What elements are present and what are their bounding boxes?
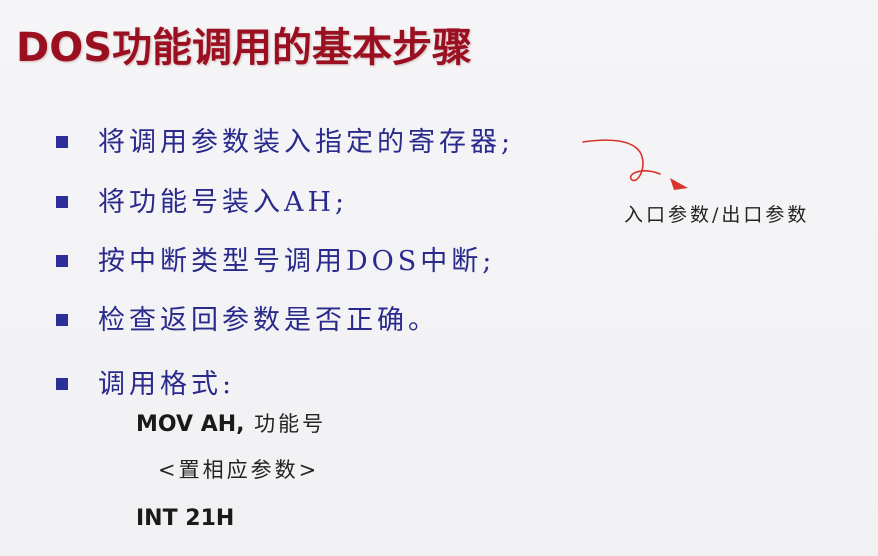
bullet-item: 调用格式: (56, 364, 235, 404)
bullet-item: 检查返回参数是否正确。 (56, 300, 439, 340)
bullet-item: 将调用参数装入指定的寄存器; (56, 122, 514, 162)
square-bullet-icon (56, 378, 68, 390)
annotation-text: 入口参数/出口参数 (624, 204, 810, 226)
bullet-text: 调用格式: (98, 368, 236, 400)
square-bullet-icon (56, 314, 68, 326)
arrow-head (670, 178, 688, 190)
code-mov-instruction: MOV AH, (136, 412, 245, 437)
code-line-int: INT 21H (136, 506, 235, 531)
square-bullet-icon (56, 136, 68, 148)
bullet-text: 按中断类型号调用DOS中断; (98, 245, 496, 277)
slide-title: DOS功能调用的基本步骤 (16, 25, 473, 71)
arrow-curve (582, 139, 661, 182)
bullet-text: 检查返回参数是否正确。 (98, 304, 439, 336)
slide: DOS功能调用的基本步骤 将调用参数装入指定的寄存器; 将功能号装入AH; 按中… (0, 0, 878, 556)
code-line-params: <置相应参数> (158, 458, 320, 482)
square-bullet-icon (56, 196, 68, 208)
code-line-mov: MOV AH, 功能号 (136, 414, 326, 436)
bullet-text: 将功能号装入AH; (98, 186, 349, 218)
bullet-text: 将调用参数装入指定的寄存器; (98, 126, 515, 158)
bullet-item: 按中断类型号调用DOS中断; (56, 241, 495, 281)
bullet-item: 将功能号装入AH; (56, 182, 348, 222)
code-mov-suffix: 功能号 (244, 412, 327, 436)
square-bullet-icon (56, 255, 68, 267)
